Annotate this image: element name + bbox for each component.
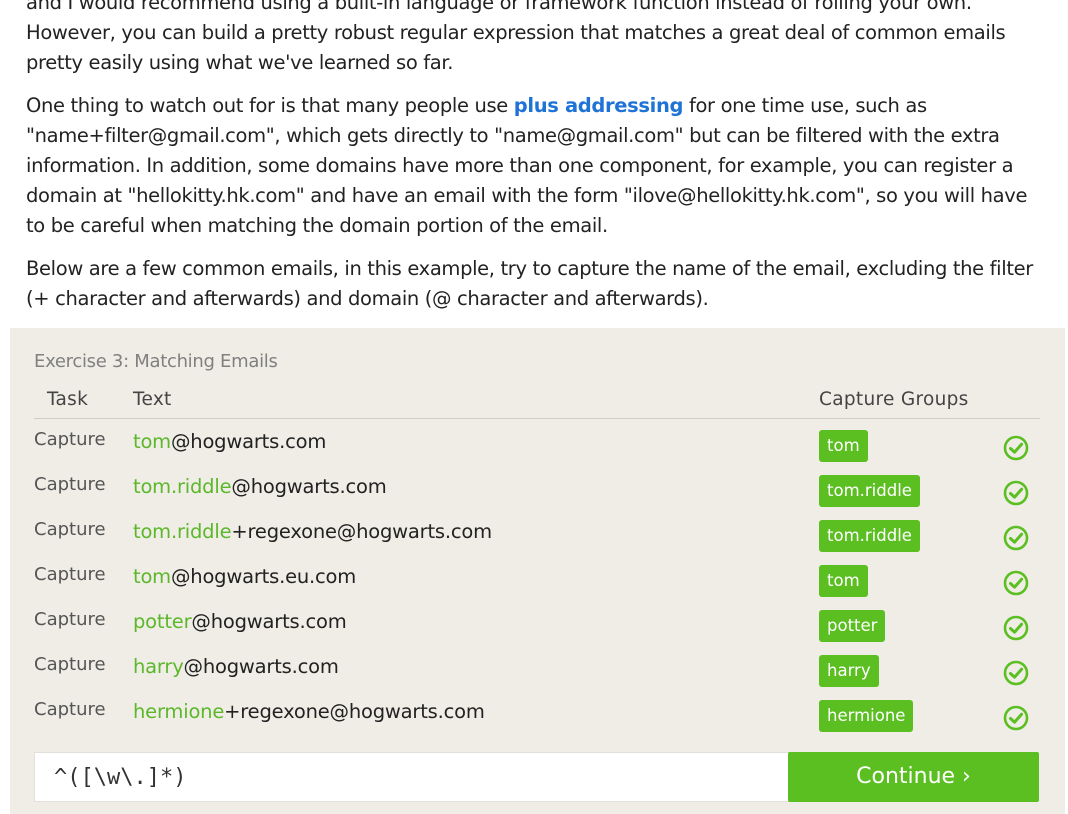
unmatched-text: @hogwarts.com	[231, 475, 387, 498]
check-circle-icon	[1003, 660, 1029, 686]
header-text: Text	[133, 389, 172, 410]
task-label: Capture	[34, 519, 106, 540]
paragraph-plus-addressing: One thing to watch out for is that many …	[26, 91, 1046, 241]
test-string: tom.riddle@hogwarts.com	[133, 475, 387, 498]
test-string: tom@hogwarts.eu.com	[133, 565, 356, 588]
unmatched-text: +regexone@hogwarts.com	[224, 700, 485, 723]
capture-group-badge: potter	[819, 610, 886, 642]
check-circle-icon	[1003, 525, 1029, 551]
unmatched-text: @hogwarts.com	[191, 610, 347, 633]
unmatched-text: +regexone@hogwarts.com	[231, 520, 492, 543]
paragraph-instructions: Below are a few common emails, in this e…	[26, 257, 1033, 310]
regex-input[interactable]	[34, 752, 809, 802]
continue-button[interactable]: Continue ›	[788, 752, 1039, 802]
unmatched-text: @hogwarts.com	[170, 430, 327, 453]
table-row: Capture tom@hogwarts.com tom	[34, 427, 1040, 472]
matched-text: potter	[133, 610, 192, 633]
exercise-table-header: Task Text Capture Groups	[34, 388, 1040, 419]
task-label: Capture	[34, 609, 106, 630]
task-label: Capture	[34, 564, 106, 585]
check-circle-icon	[1003, 615, 1029, 641]
matched-text: tom.riddle	[133, 475, 232, 498]
table-row: Capture harry@hogwarts.com harry	[34, 652, 1040, 697]
capture-group-badge: tom	[819, 565, 868, 597]
paragraph-intro-line-3: pretty easily using what we've learned s…	[26, 51, 454, 74]
table-row: Capture tom.riddle+regexone@hogwarts.com t…	[34, 517, 1040, 562]
test-string: potter@hogwarts.com	[133, 610, 347, 633]
check-circle-icon	[1003, 705, 1029, 731]
task-label: Capture	[34, 699, 106, 720]
paragraph-text: One thing to watch out for is that many …	[26, 94, 514, 117]
task-label: Capture	[34, 429, 106, 450]
paragraph-intro-line-2: However, you can build a pretty robust r…	[26, 21, 1006, 44]
paragraph-intro: and I would recommend using a built-in l…	[26, 0, 1046, 78]
capture-group-badge: hermione	[819, 700, 914, 732]
lesson-text: and I would recommend using a built-in l…	[26, 0, 1046, 327]
header-task: Task	[47, 389, 89, 410]
check-circle-icon	[1003, 480, 1029, 506]
unmatched-text: @hogwarts.com	[183, 655, 339, 678]
matched-text: tom	[133, 430, 171, 453]
exercise-panel: Exercise 3: Matching Emails Task Text Ca…	[10, 328, 1065, 814]
check-circle-icon	[1003, 570, 1029, 596]
matched-text: tom	[133, 565, 171, 588]
answer-bar: Continue ›	[34, 752, 1039, 802]
capture-group-badge: tom.riddle	[819, 475, 920, 507]
test-string: tom.riddle+regexone@hogwarts.com	[133, 520, 492, 543]
table-row: Capture hermione+regexone@hogwarts.com her…	[34, 697, 1040, 742]
header-capture-groups: Capture Groups	[819, 389, 969, 410]
task-label: Capture	[34, 474, 106, 495]
table-row: Capture potter@hogwarts.com potter	[34, 607, 1040, 652]
capture-group-badge: tom	[819, 430, 868, 462]
table-row: Capture tom.riddle@hogwarts.com tom.riddle	[34, 472, 1040, 517]
unmatched-text: @hogwarts.eu.com	[170, 565, 357, 588]
matched-text: hermione	[133, 700, 225, 723]
task-label: Capture	[34, 654, 106, 675]
matched-text: tom.riddle	[133, 520, 232, 543]
test-string: tom@hogwarts.com	[133, 430, 326, 453]
exercise-title: Exercise 3: Matching Emails	[34, 351, 278, 372]
capture-group-badge: tom.riddle	[819, 520, 920, 552]
check-circle-icon	[1003, 435, 1029, 461]
matched-text: harry	[133, 655, 184, 678]
test-string: hermione+regexone@hogwarts.com	[133, 700, 485, 723]
test-string: harry@hogwarts.com	[133, 655, 339, 678]
table-row: Capture tom@hogwarts.eu.com tom	[34, 562, 1040, 607]
capture-group-badge: harry	[819, 655, 879, 687]
paragraph-intro-line-1: and I would recommend using a built-in l…	[26, 0, 972, 14]
plus-addressing-link[interactable]: plus addressing	[514, 94, 684, 117]
